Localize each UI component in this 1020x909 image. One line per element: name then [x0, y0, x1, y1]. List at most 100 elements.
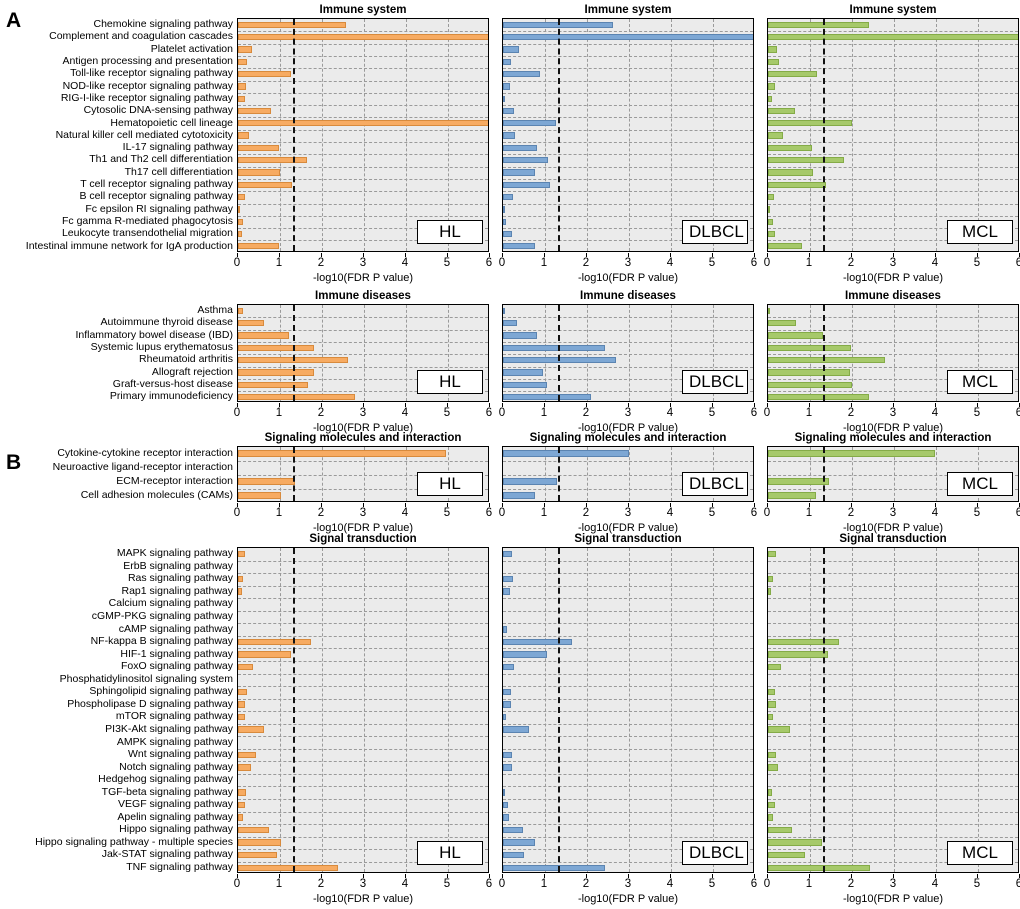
bar: [503, 726, 530, 733]
gridline-y: [238, 610, 488, 612]
gridline-y: [238, 623, 488, 625]
bar: [238, 864, 338, 872]
gridline-y: [768, 698, 1018, 700]
x-tick-label: 0: [233, 257, 241, 269]
x-tick-label: 6: [485, 407, 493, 419]
bar: [768, 206, 770, 213]
gridline-y: [238, 560, 488, 562]
gridline-y: [238, 748, 488, 750]
bar: [503, 801, 508, 809]
gridline-y: [238, 461, 488, 462]
category-label: Cytosolic DNA-sensing pathway: [83, 104, 233, 116]
gridline-x-2: [852, 305, 853, 401]
x-tick-label: 2: [847, 407, 855, 419]
gridline-y: [503, 736, 753, 738]
bar: [238, 588, 242, 595]
bar: [503, 701, 511, 708]
x-tick-label: 5: [443, 407, 451, 419]
gridline-y: [503, 711, 753, 713]
bar: [238, 107, 272, 115]
gridline-x-4: [671, 447, 672, 501]
bar: [238, 83, 247, 90]
x-tick-label: 1: [540, 507, 548, 519]
bar: [503, 230, 513, 238]
gridline-x-4: [936, 305, 937, 401]
bar: [768, 144, 812, 152]
x-tick-label: 0: [498, 407, 506, 419]
bar: [238, 70, 291, 78]
gridline-y: [768, 461, 1018, 462]
x-tick-label: 3: [624, 878, 632, 890]
bar: [503, 243, 535, 250]
gridline-y: [238, 341, 488, 343]
bar: [768, 492, 816, 500]
gridline-y: [503, 573, 753, 575]
group-badge-hl: HL: [417, 841, 483, 865]
bar: [768, 157, 844, 164]
bar: [238, 492, 281, 500]
x-tick-label: 6: [1015, 407, 1020, 419]
category-label: RIG-I-like receptor signaling pathway: [60, 91, 233, 104]
bar: [503, 638, 573, 646]
bar: [238, 393, 355, 401]
bar: [503, 626, 508, 633]
bar: [238, 169, 280, 176]
gridline-y: [238, 824, 488, 826]
significance-threshold-line: [822, 548, 825, 872]
gridline-y: [503, 142, 753, 143]
bar: [238, 575, 243, 583]
bar: [768, 307, 771, 315]
bar: [768, 34, 1018, 41]
significance-threshold-line: [822, 19, 825, 251]
category-label: Autoimmune thyroid disease: [100, 316, 234, 329]
gridline-y: [503, 191, 753, 193]
bar: [238, 450, 446, 458]
category-label: Asthma: [197, 303, 233, 316]
x-tick-label: 4: [666, 407, 674, 419]
gridline-y: [503, 598, 753, 600]
bar: [768, 814, 774, 821]
significance-threshold-line: [557, 447, 560, 501]
bar: [238, 58, 247, 65]
category-label: Hematopoietic cell lineage: [110, 116, 233, 129]
gridline-x-4: [406, 305, 407, 401]
bar: [768, 713, 773, 721]
gridline-x-3: [894, 305, 895, 401]
bar: [768, 344, 851, 351]
bar: [503, 46, 519, 53]
x-tick-label: 3: [889, 407, 897, 419]
x-tick-label: 1: [805, 878, 813, 890]
category-label: Neuroactive ligand-receptor interaction: [52, 460, 233, 473]
x-axis-title-signal-transduction-hl: -log10(FDR P value): [312, 893, 414, 905]
gridline-y: [768, 761, 1018, 763]
gridline-y: [238, 105, 488, 107]
category-label: Toll-like receptor signaling pathway: [70, 67, 233, 80]
gridline-y: [238, 761, 488, 763]
x-tick-label: 6: [750, 878, 758, 890]
x-tick-label: 5: [443, 878, 451, 890]
category-label: Intestinal immune network for IgA produc…: [25, 239, 233, 252]
bar: [768, 588, 771, 595]
gridline-y: [238, 773, 488, 775]
x-tick-label: 1: [275, 257, 283, 269]
gridline-y: [503, 610, 753, 612]
bar: [238, 713, 245, 721]
bar: [503, 344, 605, 351]
gridline-x-4: [671, 305, 672, 401]
significance-threshold-line: [292, 19, 295, 251]
gridline-y: [238, 80, 488, 82]
bar: [238, 801, 246, 809]
gridline-y: [768, 560, 1018, 562]
gridline-y: [768, 660, 1018, 662]
x-tick-label: 3: [359, 507, 367, 519]
group-badge-dlbcl: DLBCL: [682, 370, 748, 394]
significance-threshold-line: [822, 447, 825, 501]
x-tick-label: 5: [443, 507, 451, 519]
category-label: Antigen processing and presentation: [62, 54, 233, 67]
bar: [768, 218, 774, 225]
gridline-y: [768, 68, 1018, 70]
bar: [503, 144, 538, 152]
x-tick-label: 0: [763, 257, 771, 269]
gridline-x-2: [587, 305, 588, 401]
bar: [238, 663, 253, 671]
